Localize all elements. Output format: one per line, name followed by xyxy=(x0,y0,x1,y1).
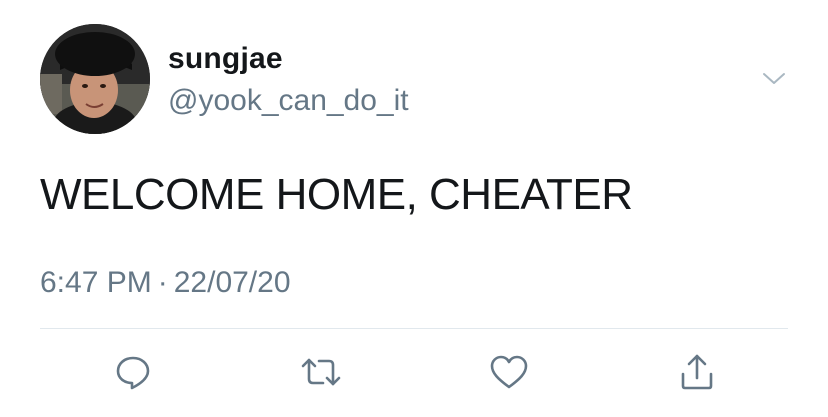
display-name[interactable]: sungjae xyxy=(168,42,283,76)
avatar-photo xyxy=(40,24,150,134)
meta-separator: · xyxy=(157,266,168,299)
heart-icon xyxy=(490,355,528,389)
reply-icon xyxy=(116,356,150,390)
retweet-button[interactable] xyxy=(299,350,343,394)
chevron-down-icon[interactable] xyxy=(760,66,788,90)
share-button[interactable] xyxy=(675,350,719,394)
tweet-timestamp[interactable]: 6:47 PM · 22/07/20 xyxy=(40,266,291,300)
divider xyxy=(40,328,788,329)
retweet-icon xyxy=(301,358,341,386)
tweet-card: sungjae @yook_can_do_it WELCOME HOME, CH… xyxy=(0,0,828,417)
share-icon xyxy=(681,354,713,390)
like-button[interactable] xyxy=(487,350,531,394)
user-handle[interactable]: @yook_can_do_it xyxy=(168,84,409,118)
tweet-date: 22/07/20 xyxy=(173,266,291,299)
reply-button[interactable] xyxy=(111,350,155,394)
avatar[interactable] xyxy=(40,24,150,134)
tweet-text: WELCOME HOME, CHEATER xyxy=(40,170,633,219)
tweet-time: 6:47 PM xyxy=(40,266,152,299)
